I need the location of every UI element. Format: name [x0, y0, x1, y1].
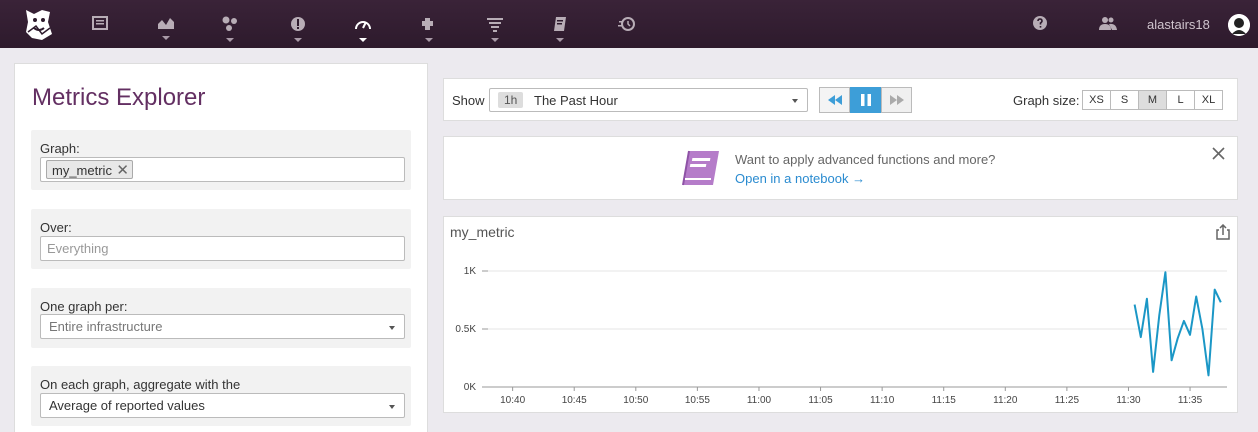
page-title: Metrics Explorer — [32, 84, 206, 111]
graph-size-label: Graph size: — [1013, 93, 1080, 108]
graph-metric-input[interactable]: my_metric ✕ — [40, 157, 405, 182]
fast-forward-button[interactable] — [881, 87, 912, 113]
integrations-menu-caret-icon — [226, 38, 234, 42]
metric-tag-label: my_metric — [52, 163, 112, 178]
notebook-banner: Want to apply advanced functions and mor… — [443, 136, 1238, 200]
x-tick-label: 10:55 — [685, 395, 710, 406]
infrastructure-icon[interactable] — [411, 0, 447, 48]
apm-icon[interactable] — [345, 0, 381, 48]
x-tick-label: 11:10 — [870, 395, 895, 406]
metric-tag: my_metric ✕ — [46, 160, 133, 179]
rewind-icon — [827, 95, 842, 105]
over-input[interactable]: Everything — [40, 236, 405, 261]
x-tick-label: 10:45 — [562, 395, 587, 406]
team-icon[interactable] — [1090, 0, 1126, 48]
top-navigation: alastairs18 — [0, 0, 1258, 48]
metrics-icon[interactable] — [148, 0, 184, 48]
pause-button[interactable] — [850, 87, 881, 113]
graph-label: Graph: — [40, 141, 80, 156]
size-s-button[interactable]: S — [1110, 90, 1139, 110]
remove-tag-icon[interactable]: ✕ — [116, 161, 129, 179]
graph-size-buttons: XS S M L XL — [1082, 90, 1223, 110]
y-tick-label: 1K — [464, 266, 477, 277]
notebook-icon — [681, 149, 721, 190]
x-tick-label: 11:35 — [1178, 395, 1203, 406]
size-l-button[interactable]: L — [1166, 90, 1195, 110]
fast-forward-icon — [889, 95, 904, 105]
aggregate-label: On each graph, aggregate with the — [40, 377, 241, 392]
size-xl-button[interactable]: XL — [1194, 90, 1223, 110]
logs-menu-caret-icon — [491, 38, 499, 42]
one-graph-per-label: One graph per: — [40, 299, 128, 314]
line-chart[interactable]: 0K 0.5K 1K 10:40 10:45 10:50 10:55 11:00 11:05 11… — [444, 217, 1239, 414]
playback-controls — [819, 87, 912, 113]
aggregate-section: On each graph, aggregate with the Averag… — [31, 366, 411, 426]
y-tick-label: 0K — [464, 382, 477, 393]
size-m-button[interactable]: M — [1138, 90, 1167, 110]
apm-menu-caret-icon — [359, 38, 367, 42]
select-caret-icon — [389, 326, 395, 330]
notebooks-icon[interactable] — [542, 0, 578, 48]
x-tick-label: 11:25 — [1055, 395, 1080, 406]
x-tick-label: 11:05 — [808, 395, 833, 406]
synthetics-icon[interactable] — [609, 0, 645, 48]
graph-toolbar: Show 1h The Past Hour Graph size: XS S M… — [443, 78, 1238, 121]
rewind-button[interactable] — [819, 87, 850, 113]
x-tick-label: 10:50 — [623, 395, 648, 406]
query-panel: Metrics Explorer Graph: my_metric ✕ Over… — [14, 63, 428, 432]
logs-icon[interactable] — [477, 0, 513, 48]
datadog-logo-icon[interactable] — [20, 4, 56, 44]
close-icon[interactable] — [1212, 147, 1225, 163]
y-tick-label: 0.5K — [455, 324, 476, 335]
over-section: Over: Everything — [31, 209, 411, 269]
x-tick-label: 10:40 — [500, 395, 525, 406]
graph-section: Graph: my_metric ✕ — [31, 130, 411, 190]
time-range-badge: 1h — [498, 92, 524, 108]
open-in-notebook-link[interactable]: Open in a notebook → — [735, 171, 865, 186]
series-line — [1133, 271, 1222, 377]
metrics-menu-caret-icon — [162, 36, 170, 40]
time-range-select[interactable]: 1h The Past Hour — [489, 88, 808, 112]
x-tick-label: 11:20 — [993, 395, 1018, 406]
select-caret-icon — [792, 99, 798, 103]
username[interactable]: alastairs18 — [1147, 17, 1210, 32]
monitors-icon[interactable] — [280, 0, 316, 48]
x-tick-label: 11:00 — [747, 395, 772, 406]
time-range-text: The Past Hour — [534, 93, 618, 108]
notebooks-menu-caret-icon — [556, 38, 564, 42]
x-tick-label: 11:30 — [1116, 395, 1141, 406]
monitors-menu-caret-icon — [294, 38, 302, 42]
aggregate-value: Average of reported values — [49, 398, 205, 413]
over-label: Over: — [40, 220, 72, 235]
x-tick-label: 11:15 — [932, 395, 957, 406]
one-graph-per-section: One graph per: Entire infrastructure — [31, 288, 411, 348]
help-icon[interactable] — [1022, 0, 1058, 48]
metric-graph: my_metric 0K 0.5K 1K 10:40 10:45 10:50 10:55 11… — [443, 216, 1238, 413]
one-graph-per-value: Entire infrastructure — [49, 319, 163, 334]
select-caret-icon — [389, 405, 395, 409]
size-xs-button[interactable]: XS — [1082, 90, 1111, 110]
show-label: Show — [452, 93, 485, 108]
over-placeholder: Everything — [47, 241, 109, 256]
pause-icon — [860, 94, 871, 106]
notebook-banner-text: Want to apply advanced functions and mor… — [735, 152, 996, 167]
aggregate-select[interactable]: Average of reported values — [40, 393, 405, 418]
dashboard-icon[interactable] — [82, 0, 118, 48]
integrations-icon[interactable] — [212, 0, 248, 48]
infrastructure-menu-caret-icon — [425, 38, 433, 42]
one-graph-per-select[interactable]: Entire infrastructure — [40, 314, 405, 339]
avatar[interactable] — [1228, 14, 1250, 36]
